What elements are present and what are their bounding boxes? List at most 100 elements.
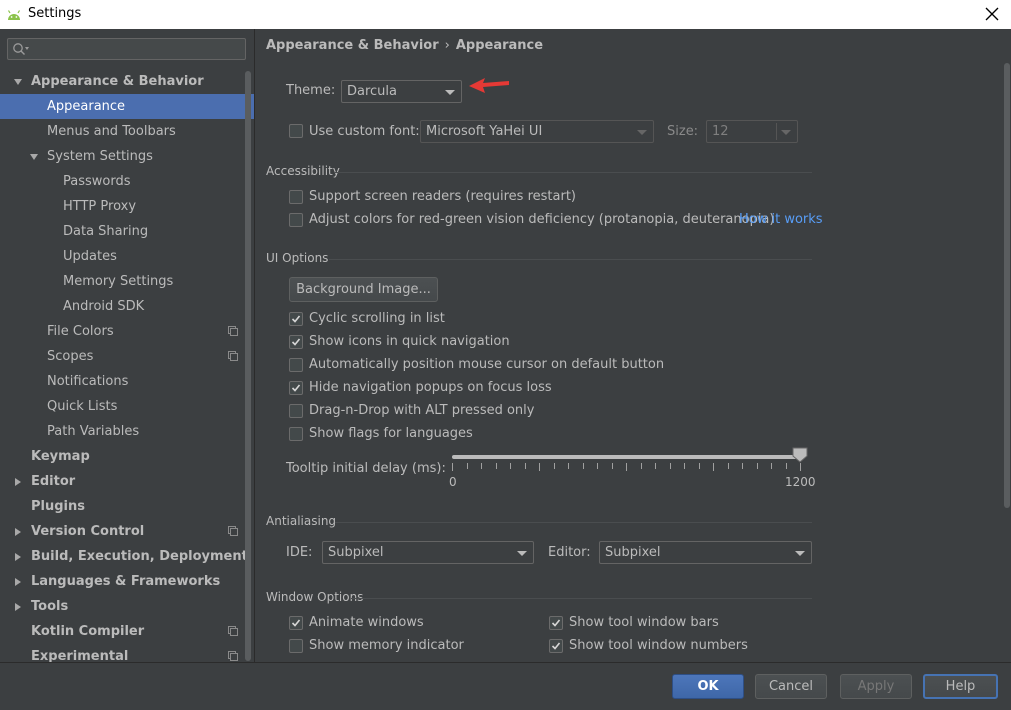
sidebar-item-label: Data Sharing: [63, 224, 149, 239]
how-it-works-link[interactable]: How it works: [739, 212, 823, 227]
sidebar-item-build-execution-deployment[interactable]: Build, Execution, Deployment: [0, 544, 254, 569]
theme-combo[interactable]: Darcula: [341, 80, 462, 103]
project-level-icon: [228, 351, 238, 361]
drag-n-drop-checkbox[interactable]: [289, 404, 303, 418]
theme-label: Theme:: [286, 83, 336, 98]
triangle-right-icon[interactable]: [13, 602, 23, 612]
tool-window-numbers-checkbox[interactable]: [549, 639, 563, 653]
show-icons-label: Show icons in quick navigation: [309, 334, 510, 349]
sidebar-item-appearance[interactable]: Appearance: [0, 94, 254, 119]
sidebar-item-memory-settings[interactable]: Memory Settings: [0, 269, 254, 294]
breadcrumb-parent[interactable]: Appearance & Behavior: [266, 38, 439, 53]
triangle-right-icon[interactable]: [13, 527, 23, 537]
sidebar-item-tools[interactable]: Tools: [0, 594, 254, 619]
cyclic-scrolling-checkbox[interactable]: [289, 312, 303, 326]
help-button[interactable]: Help: [923, 674, 998, 699]
triangle-down-icon[interactable]: [29, 152, 39, 162]
tooltip-delay-slider[interactable]: [452, 455, 800, 459]
color-adjust-checkbox[interactable]: [289, 213, 303, 227]
sidebar-item-android-sdk[interactable]: Android SDK: [0, 294, 254, 319]
custom-font-checkbox[interactable]: [289, 124, 303, 138]
custom-font-value: Microsoft YaHei UI: [426, 124, 543, 139]
slider-tick: [626, 463, 627, 471]
content-scrollbar[interactable]: [1004, 63, 1010, 508]
sidebar-scrollbar[interactable]: [245, 71, 251, 661]
checkmark-icon: [551, 642, 561, 650]
tool-window-bars-checkbox[interactable]: [549, 616, 563, 630]
settings-search-field[interactable]: [7, 38, 246, 60]
sidebar-item-plugins[interactable]: Plugins: [0, 494, 254, 519]
screen-readers-checkbox[interactable]: [289, 190, 303, 204]
slider-max-label: 1200: [785, 475, 816, 489]
slider-tick: [554, 463, 555, 469]
slider-tick: [510, 463, 511, 469]
sidebar-item-experimental[interactable]: Experimental: [0, 644, 254, 662]
checkmark-icon: [291, 338, 301, 346]
search-icon: [13, 43, 29, 55]
ide-antialiasing-label: IDE:: [286, 545, 313, 560]
sidebar-item-label: Memory Settings: [63, 274, 174, 289]
background-image-button[interactable]: Background Image...: [289, 277, 438, 302]
ok-button[interactable]: OK: [672, 674, 744, 699]
slider-tick: [728, 463, 729, 469]
sidebar-item-label: Tools: [31, 599, 69, 614]
auto-position-cursor-checkbox[interactable]: [289, 358, 303, 372]
custom-font-label: Use custom font:: [309, 124, 420, 139]
sidebar-item-keymap[interactable]: Keymap: [0, 444, 254, 469]
antialiasing-section-title: Antialiasing: [266, 514, 337, 528]
sidebar-item-label: Kotlin Compiler: [31, 624, 145, 639]
slider-tick: [771, 463, 772, 469]
chevron-down-icon: [445, 90, 455, 95]
sidebar-item-quick-lists[interactable]: Quick Lists: [0, 394, 254, 419]
slider-tick: [655, 463, 656, 469]
sidebar-item-kotlin-compiler[interactable]: Kotlin Compiler: [0, 619, 254, 644]
triangle-right-icon[interactable]: [13, 577, 23, 587]
sidebar-item-updates[interactable]: Updates: [0, 244, 254, 269]
cancel-button[interactable]: Cancel: [755, 674, 827, 699]
hide-popups-checkbox[interactable]: [289, 381, 303, 395]
sidebar-item-menus-and-toolbars[interactable]: Menus and Toolbars: [0, 119, 254, 144]
animate-windows-checkbox[interactable]: [289, 616, 303, 630]
sidebar-item-file-colors[interactable]: File Colors: [0, 319, 254, 344]
ide-antialiasing-combo[interactable]: Subpixel: [322, 541, 534, 564]
slider-tick: [670, 463, 671, 469]
sidebar-item-label: Menus and Toolbars: [47, 124, 176, 139]
screen-readers-label: Support screen readers (requires restart…: [309, 189, 576, 204]
editor-antialiasing-combo[interactable]: Subpixel: [599, 541, 812, 564]
triangle-down-icon[interactable]: [13, 77, 23, 87]
sidebar-item-editor[interactable]: Editor: [0, 469, 254, 494]
sidebar-item-label: File Colors: [47, 324, 114, 339]
show-memory-checkbox[interactable]: [289, 639, 303, 653]
sidebar-item-system-settings[interactable]: System Settings: [0, 144, 254, 169]
apply-button[interactable]: Apply: [840, 674, 912, 699]
sidebar-item-appearance-behavior[interactable]: Appearance & Behavior: [0, 69, 254, 94]
sidebar-item-languages-frameworks[interactable]: Languages & Frameworks: [0, 569, 254, 594]
sidebar-item-notifications[interactable]: Notifications: [0, 369, 254, 394]
chevron-down-icon: [637, 130, 647, 135]
show-icons-checkbox[interactable]: [289, 335, 303, 349]
sidebar-item-version-control[interactable]: Version Control: [0, 519, 254, 544]
sidebar-item-label: Path Variables: [47, 424, 140, 439]
font-size-combo[interactable]: 12: [706, 120, 798, 143]
checkmark-icon: [291, 315, 301, 323]
slider-tick: [525, 463, 526, 469]
tool-window-bars-label: Show tool window bars: [569, 615, 719, 630]
sidebar-item-path-variables[interactable]: Path Variables: [0, 419, 254, 444]
sidebar-item-label: Scopes: [47, 349, 94, 364]
sidebar-item-label: Editor: [31, 474, 76, 489]
sidebar-item-label: HTTP Proxy: [63, 199, 137, 214]
sidebar-item-http-proxy[interactable]: HTTP Proxy: [0, 194, 254, 219]
tool-window-numbers-label: Show tool window numbers: [569, 638, 748, 653]
close-icon[interactable]: [981, 3, 1003, 25]
combo-divider: [776, 123, 777, 140]
sidebar-item-label: Languages & Frameworks: [31, 574, 221, 589]
custom-font-combo[interactable]: Microsoft YaHei UI: [420, 120, 654, 143]
sidebar-item-scopes[interactable]: Scopes: [0, 344, 254, 369]
slider-tick: [467, 463, 468, 469]
triangle-right-icon[interactable]: [13, 477, 23, 487]
sidebar-item-data-sharing[interactable]: Data Sharing: [0, 219, 254, 244]
show-flags-checkbox[interactable]: [289, 427, 303, 441]
sidebar-item-passwords[interactable]: Passwords: [0, 169, 254, 194]
triangle-right-icon[interactable]: [13, 552, 23, 562]
slider-thumb[interactable]: [792, 447, 808, 463]
